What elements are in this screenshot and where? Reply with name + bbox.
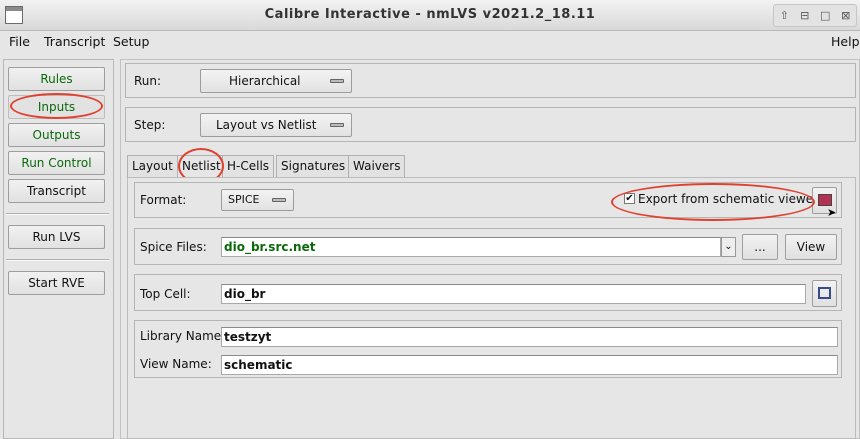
library-name-input[interactable]: testzyt — [221, 327, 838, 347]
tab-layout[interactable]: Layout — [127, 155, 178, 177]
tab-signatures[interactable]: Signatures — [276, 155, 351, 177]
view-button[interactable]: View — [785, 234, 837, 260]
dropdown-icon — [272, 198, 286, 202]
spice-files-dropdown-icon[interactable]: ⌄ — [721, 237, 736, 257]
maximize-icon[interactable]: □ — [818, 9, 832, 23]
export-checkbox[interactable]: ✔ — [624, 193, 635, 204]
library-group: Library Name: testzyt View Name: schemat… — [134, 320, 842, 378]
dropdown-icon — [330, 79, 344, 83]
menu-setup[interactable]: Setup — [113, 34, 149, 49]
step-label: Step: — [134, 118, 166, 132]
spice-files-group: Spice Files: dio_br.src.net ⌄ ... View — [134, 228, 842, 265]
top-cell-group: Top Cell: dio_br — [134, 274, 842, 311]
sidebar-item-transcript[interactable]: Transcript — [8, 179, 105, 203]
sidebar: Rules Inputs Outputs Run Control Transcr… — [3, 59, 114, 439]
run-lvs-button[interactable]: Run LVS — [8, 225, 105, 249]
close-icon[interactable]: ⊠ — [839, 9, 853, 23]
run-label: Run: — [134, 74, 162, 88]
dropdown-icon — [330, 123, 344, 127]
sidebar-divider — [6, 213, 109, 215]
format-select-value: SPICE — [228, 193, 260, 206]
title-bar: Calibre Interactive - nmLVS v2021.2_18.1… — [0, 0, 860, 31]
run-select[interactable]: Hierarchical — [200, 69, 352, 93]
sidebar-item-inputs[interactable]: Inputs — [8, 95, 105, 119]
tab-waivers[interactable]: Waivers — [348, 155, 406, 177]
format-label: Format: — [140, 193, 187, 207]
step-select-value: Layout vs Netlist — [216, 118, 317, 132]
window-controls: ⇧ ⊟ □ ⊠ — [773, 4, 857, 27]
menu-file[interactable]: File — [9, 34, 30, 49]
cell-browser-button[interactable] — [812, 280, 837, 307]
top-cell-input[interactable]: dio_br — [221, 284, 806, 304]
menu-bar: File Transcript Setup Help — [0, 31, 860, 53]
start-rve-button[interactable]: Start RVE — [8, 271, 105, 295]
up-icon[interactable]: ⇧ — [777, 9, 791, 23]
export-label[interactable]: Export from schematic viewer — [638, 192, 818, 206]
browse-button[interactable]: ... — [742, 234, 778, 260]
sidebar-divider — [6, 259, 109, 261]
tab-netlist[interactable]: Netlist — [177, 155, 226, 178]
tab-h-cells[interactable]: H-Cells — [222, 155, 275, 177]
minimize-icon[interactable]: ⊟ — [798, 9, 812, 23]
menu-help[interactable]: Help — [831, 34, 860, 49]
schematic-viewer-button[interactable]: ➤ — [812, 187, 837, 219]
sidebar-item-rules[interactable]: Rules — [8, 67, 105, 91]
step-group: Step: Layout vs Netlist — [125, 107, 856, 142]
sidebar-item-run-control[interactable]: Run Control — [8, 151, 105, 175]
spice-files-input[interactable]: dio_br.src.net — [221, 237, 721, 257]
menu-transcript[interactable]: Transcript — [44, 34, 105, 49]
cursor-icon: ➤ — [827, 206, 837, 219]
run-group: Run: Hierarchical — [125, 63, 856, 98]
sidebar-item-outputs[interactable]: Outputs — [8, 123, 105, 147]
cell-icon — [818, 287, 831, 299]
view-name-label: View Name: — [140, 357, 212, 371]
format-select[interactable]: SPICE — [221, 189, 294, 211]
window-title: Calibre Interactive - nmLVS v2021.2_18.1… — [264, 7, 596, 22]
library-name-label: Library Name: — [140, 329, 226, 343]
top-cell-label: Top Cell: — [140, 287, 191, 301]
format-group: Format: SPICE ✔ Export from schematic vi… — [134, 182, 842, 219]
run-select-value: Hierarchical — [229, 74, 301, 88]
spice-files-label: Spice Files: — [140, 240, 207, 254]
view-name-input[interactable]: schematic — [221, 355, 838, 375]
step-select[interactable]: Layout vs Netlist — [200, 113, 352, 137]
